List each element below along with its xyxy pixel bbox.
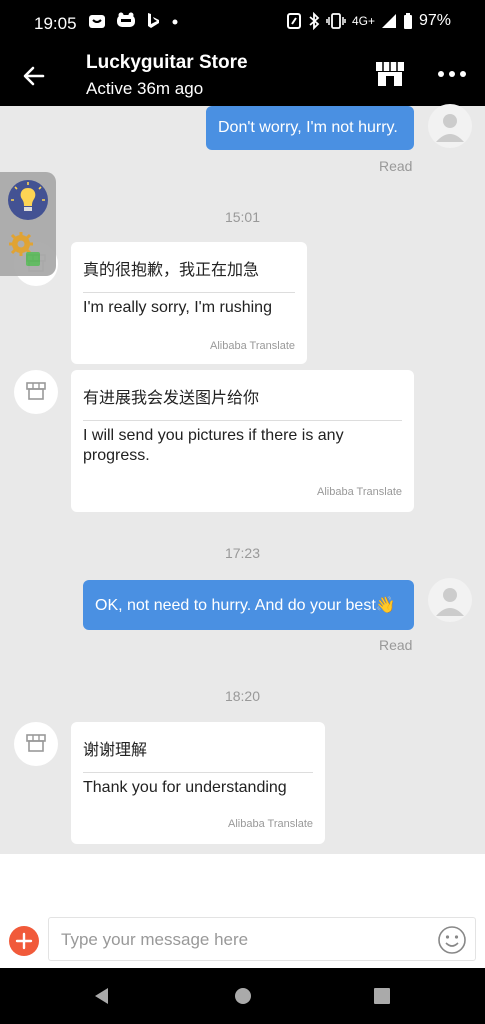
user-avatar[interactable] [428,104,472,148]
arrow-left-icon [23,66,45,86]
nav-recents-icon[interactable] [372,986,392,1006]
store-icon [376,62,404,86]
dot-icon [172,19,178,25]
bing-icon [148,13,159,28]
notification-icons [88,12,180,30]
translated-text: I'm really sorry, I'm rushing [83,299,272,316]
translation-source: Alibaba Translate [210,340,295,352]
timestamp: 15:01 [224,209,261,225]
user-icon [436,114,464,142]
compose-area [0,854,485,968]
store-avatar[interactable] [14,370,58,414]
settings-gear-icon[interactable] [6,228,46,272]
wallet-icon [89,15,105,28]
sms-icon [117,12,135,27]
nav-home-icon[interactable] [233,986,253,1006]
nav-back-icon[interactable] [92,986,112,1006]
original-text: 真的很抱歉，我正在加急 [83,256,295,293]
system-status: 4G+ 97% [286,12,451,30]
user-avatar[interactable] [428,578,472,622]
store-icon [26,734,46,752]
read-receipt: Read [379,637,413,653]
network-type: 4G+ [351,14,375,28]
original-text: 谢谢理解 [83,736,313,773]
plus-icon [15,932,33,950]
sent-message-bubble[interactable]: Don't worry, I'm not hurry. [206,106,414,150]
timestamp: 17:23 [224,545,261,561]
bluetooth-icon [309,12,320,30]
translated-text: Thank you for understanding [83,779,287,796]
chat-header: Luckyguitar Store Active 36m ago [0,48,485,106]
translated-text: I will send you pictures if there is any… [83,427,344,464]
timestamp: 18:20 [224,688,261,704]
system-nav-bar [0,968,485,1024]
translation-source: Alibaba Translate [228,818,313,830]
received-message-card[interactable]: 真的很抱歉，我正在加急 I'm really sorry, I'm rushin… [71,242,307,364]
original-text: 有进展我会发送图片给你 [83,384,402,421]
status-time: 19:05 [34,14,77,33]
active-status: Active 36m ago [86,79,204,98]
battery-percent: 97% [418,12,451,29]
store-avatar[interactable] [14,722,58,766]
message-field[interactable] [48,917,476,961]
back-button[interactable] [18,60,50,92]
read-receipt: Read [379,158,413,174]
signal-icon [381,14,396,28]
emoji-button[interactable] [437,925,467,955]
sent-message-bubble[interactable]: OK, not need to hurry. And do your best👋 [83,580,414,630]
store-button[interactable] [374,60,406,88]
received-message-card[interactable]: 有进展我会发送图片给你 I will send you pictures if … [71,370,414,512]
floating-assistant-widget[interactable] [0,172,56,276]
store-icon [26,382,46,400]
smiley-icon [438,926,466,954]
more-options-button[interactable] [436,64,468,84]
lightbulb-icon[interactable] [6,178,50,222]
nfc-icon [286,13,301,29]
add-attachment-button[interactable] [9,926,39,956]
received-message-card[interactable]: 谢谢理解 Thank you for understanding Alibaba… [71,722,325,844]
user-icon [436,588,464,616]
message-text: OK, not need to hurry. And do your best👋 [95,597,396,614]
message-text: Don't worry, I'm not hurry. [218,119,398,136]
more-dots-icon [438,71,466,77]
message-list[interactable]: Don't worry, I'm not hurry. Read 15:01 真… [0,104,485,854]
message-input[interactable] [61,930,421,950]
vibrate-icon [326,13,346,29]
store-name: Luckyguitar Store [86,52,248,73]
status-bar: 19:05 4G+ 97% [0,0,485,48]
battery-icon [403,13,412,29]
translation-source: Alibaba Translate [317,486,402,498]
